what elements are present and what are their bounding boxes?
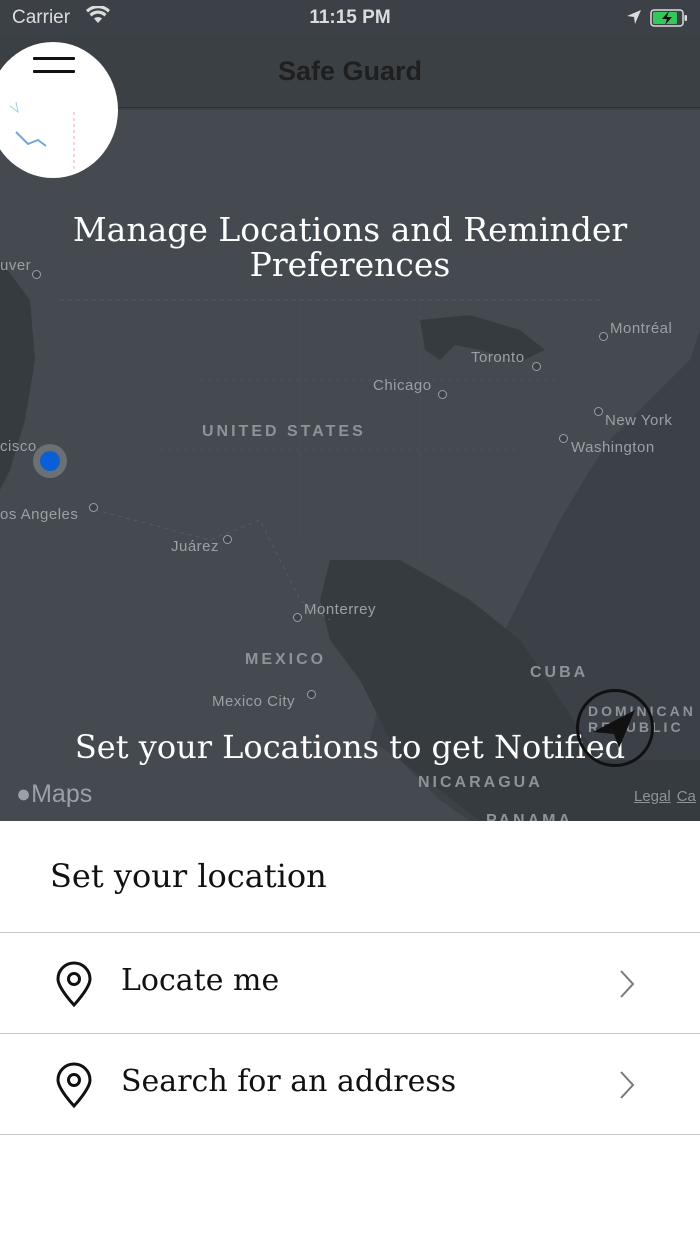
location-pin-icon	[56, 961, 92, 1007]
user-location-dot[interactable]	[33, 444, 67, 478]
chevron-right-icon	[620, 970, 635, 998]
map-label-montreal: Montréal	[610, 320, 673, 337]
search-address-row[interactable]: Search for an address	[0, 1034, 700, 1134]
city-dot	[223, 535, 232, 544]
chevron-right-icon	[620, 1071, 635, 1099]
map-thumbnail	[9, 101, 75, 172]
map-label-monterrey: Monterrey	[304, 601, 377, 618]
location-arrow-icon	[627, 10, 641, 24]
city-dot	[532, 362, 541, 371]
current-location-button[interactable]	[576, 689, 654, 767]
city-dot	[594, 407, 603, 416]
status-time: 11:15 PM	[309, 7, 391, 28]
map-label-nicaragua: NICARAGUA	[418, 774, 543, 791]
city-dot	[307, 690, 316, 699]
map-overlay-title: Manage Locations and Reminder Preference…	[72, 210, 628, 284]
locate-me-row[interactable]: Locate me	[0, 933, 700, 1033]
map-label-chicago: Chicago	[373, 377, 432, 394]
divider	[0, 1134, 700, 1135]
city-dot	[599, 332, 608, 341]
search-address-label: Search for an address	[121, 1064, 457, 1099]
menu-button[interactable]	[0, 42, 118, 178]
map-label-new-york: New York	[605, 412, 673, 429]
map-label-mexico-city: Mexico City	[212, 693, 296, 710]
map-label-washington: Washington	[571, 439, 655, 456]
sheet-heading: Set your location	[50, 857, 327, 895]
map-label-cuba: CUBA	[530, 664, 589, 681]
map-label-mexico: MEXICO	[245, 651, 327, 668]
city-dot	[89, 503, 98, 512]
map-label-los-angeles: os Angeles	[0, 506, 79, 523]
map-label-united-states: UNITED STATES	[202, 423, 366, 440]
maps-attribution: ●Maps	[16, 780, 93, 808]
legal-suffix: Ca	[676, 788, 696, 805]
apple-logo-icon: ●	[16, 780, 32, 808]
location-sheet: Set your location Locate me Search for a…	[0, 821, 700, 1244]
location-pin-icon	[56, 1062, 92, 1108]
navigation-arrow-icon	[593, 710, 635, 748]
city-dot	[293, 613, 302, 622]
map-label-panama: PANAMA	[486, 812, 574, 821]
city-dot	[559, 434, 568, 443]
status-bar: Carrier 11:15 PM	[0, 0, 700, 36]
city-dot	[438, 390, 447, 399]
map-label-toronto: Toronto	[471, 349, 525, 366]
locate-me-label: Locate me	[121, 963, 280, 998]
legal-link[interactable]: Legal Ca	[634, 788, 696, 805]
battery-charging-icon	[650, 9, 687, 27]
map-label-juarez: Juárez	[171, 538, 220, 555]
map-label-san-francisco: cisco	[0, 438, 37, 455]
